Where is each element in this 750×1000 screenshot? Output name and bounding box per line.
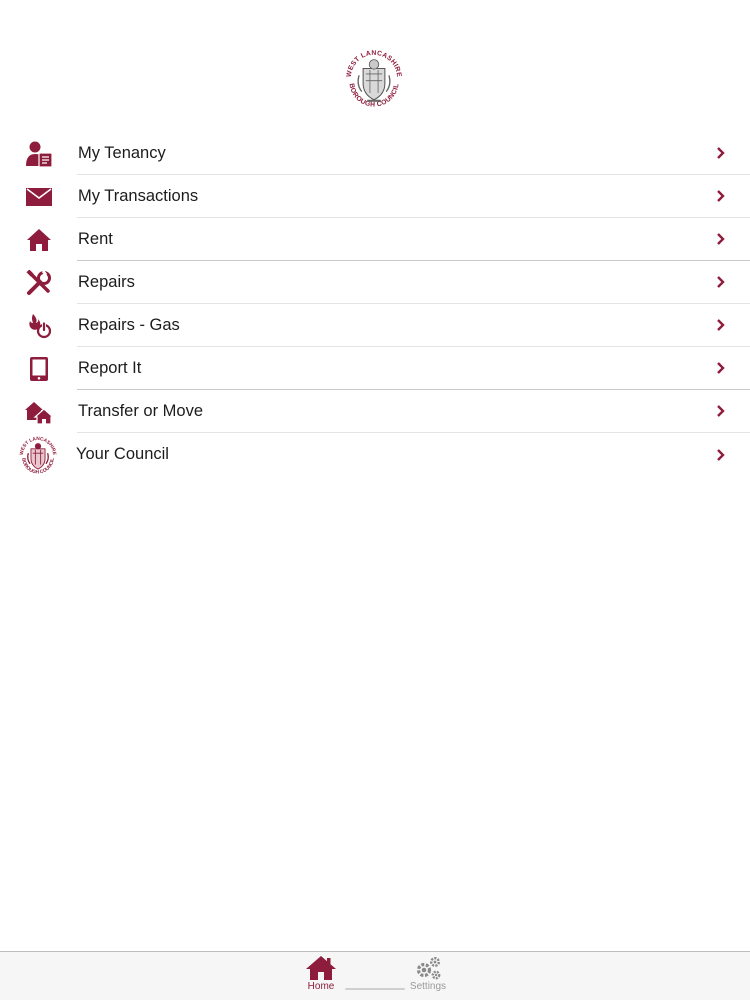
tenancy-icon <box>25 141 53 168</box>
app-root: WEST LANCASHIRE BOROUGH COUNCIL My Tenan… <box>0 0 750 1000</box>
menu-label: Transfer or Move <box>78 401 204 420</box>
chevron-right-icon <box>710 175 732 218</box>
house-icon <box>306 956 336 980</box>
tab-settings[interactable]: Settings <box>393 952 463 1000</box>
menu-item-my-transactions[interactable]: My Transactions <box>0 175 750 218</box>
tab-settings-label: Settings <box>409 981 447 992</box>
chevron-right-icon <box>710 390 732 433</box>
menu-item-repairs[interactable]: Repairs <box>0 261 750 304</box>
houses-icon <box>24 401 53 424</box>
menu-label: Rent <box>78 229 113 248</box>
house-icon <box>26 228 51 251</box>
gears-icon <box>416 957 441 980</box>
council-crest-icon: WEST LANCASHIRE BOROUGH COUNCIL <box>18 436 56 476</box>
menu-item-my-tenancy[interactable]: My Tenancy <box>0 132 750 175</box>
menu-label: Repairs <box>78 272 135 291</box>
chevron-right-icon <box>710 261 732 304</box>
tab-home[interactable]: Home <box>286 952 356 1000</box>
tab-home-label: Home <box>307 981 335 992</box>
tab-bar: Home Settings <box>0 951 750 1000</box>
menu-label: My Transactions <box>78 186 199 205</box>
main-menu: My Tenancy My Transactions Rent Repairs … <box>0 132 750 476</box>
council-logo: WEST LANCASHIRE BOROUGH COUNCIL <box>346 50 402 109</box>
tablet-icon <box>29 356 48 381</box>
menu-item-rent[interactable]: Rent <box>0 218 750 261</box>
chevron-right-icon <box>710 433 732 476</box>
menu-item-report-it[interactable]: Report It <box>0 347 750 390</box>
menu-label: Your Council <box>76 445 169 463</box>
chevron-right-icon <box>710 218 732 261</box>
tools-icon <box>25 269 51 295</box>
chevron-right-icon <box>710 132 732 175</box>
gas-power-icon <box>28 313 51 338</box>
menu-label: Repairs - Gas <box>78 315 180 334</box>
menu-item-transfer-or-move[interactable]: Transfer or Move <box>0 390 750 433</box>
envelope-icon <box>25 187 52 206</box>
home-indicator <box>345 988 405 990</box>
menu-item-repairs-gas[interactable]: Repairs - Gas <box>0 304 750 347</box>
menu-item-your-council[interactable]: WEST LANCASHIRE BOROUGH COUNCIL Your Cou… <box>0 433 750 476</box>
menu-label: My Tenancy <box>78 143 166 162</box>
menu-label: Report It <box>78 358 142 377</box>
chevron-right-icon <box>710 304 732 347</box>
chevron-right-icon <box>710 347 732 390</box>
